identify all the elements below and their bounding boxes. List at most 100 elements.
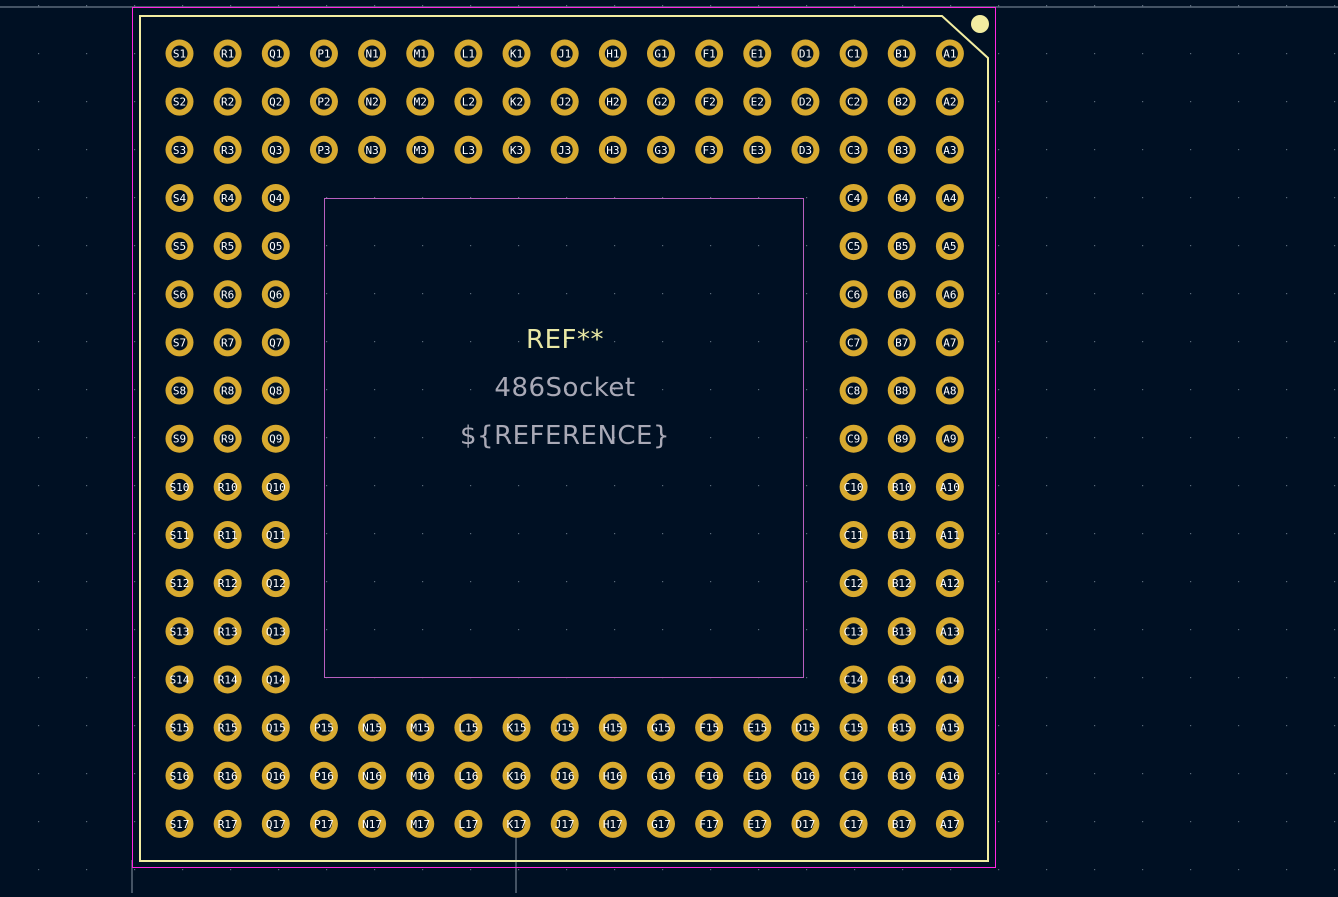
pad-c16[interactable]: C16 <box>839 761 868 790</box>
pad-k2[interactable]: K2 <box>502 87 531 116</box>
pad-j15[interactable]: J15 <box>550 713 579 742</box>
pad-d16[interactable]: D16 <box>791 761 820 790</box>
pad-c14[interactable]: C14 <box>839 665 868 694</box>
pad-c5[interactable]: C5 <box>839 232 868 261</box>
pad-e16[interactable]: E16 <box>743 761 772 790</box>
pad-k16[interactable]: K16 <box>502 761 531 790</box>
pad-l17[interactable]: L17 <box>454 809 483 838</box>
pad-c10[interactable]: C10 <box>839 472 868 501</box>
pad-b17[interactable]: B17 <box>887 809 916 838</box>
pad-k17[interactable]: K17 <box>502 809 531 838</box>
pad-a3[interactable]: A3 <box>935 135 964 164</box>
pad-d1[interactable]: D1 <box>791 39 820 68</box>
pad-b14[interactable]: B14 <box>887 665 916 694</box>
pad-n17[interactable]: N17 <box>358 809 387 838</box>
pad-q1[interactable]: Q1 <box>261 39 290 68</box>
pad-a11[interactable]: A11 <box>935 521 964 549</box>
pad-s2[interactable]: S2 <box>165 87 194 116</box>
pad-k1[interactable]: K1 <box>502 39 531 68</box>
pad-b8[interactable]: B8 <box>887 376 916 405</box>
pad-p17[interactable]: P17 <box>309 809 338 838</box>
pad-s10[interactable]: S10 <box>165 472 194 501</box>
pad-a7[interactable]: A7 <box>935 328 964 357</box>
pad-s6[interactable]: S6 <box>165 280 194 309</box>
pad-q9[interactable]: Q9 <box>261 424 290 453</box>
pad-s11[interactable]: S11 <box>165 521 194 549</box>
pad-s5[interactable]: S5 <box>165 232 194 261</box>
pad-q16[interactable]: Q16 <box>261 761 290 790</box>
pad-c1[interactable]: C1 <box>839 39 868 68</box>
pad-q7[interactable]: Q7 <box>261 328 290 357</box>
pad-a13[interactable]: A13 <box>935 617 964 646</box>
fab-reference-label[interactable]: ${REFERENCE} <box>460 421 670 451</box>
pad-d17[interactable]: D17 <box>791 809 820 838</box>
pad-l16[interactable]: L16 <box>454 761 483 790</box>
pad-b13[interactable]: B13 <box>887 617 916 646</box>
pad-q6[interactable]: Q6 <box>261 280 290 309</box>
pad-g3[interactable]: G3 <box>647 135 675 164</box>
pad-s16[interactable]: S16 <box>165 761 194 790</box>
pad-q15[interactable]: Q15 <box>261 713 290 742</box>
pad-g15[interactable]: G15 <box>647 713 675 742</box>
pad-r4[interactable]: R4 <box>213 183 242 212</box>
pad-a2[interactable]: A2 <box>935 87 964 116</box>
pad-m2[interactable]: M2 <box>406 87 435 116</box>
pad-l2[interactable]: L2 <box>454 87 483 116</box>
pad-p2[interactable]: P2 <box>309 87 338 116</box>
pad-c4[interactable]: C4 <box>839 183 868 212</box>
pad-q5[interactable]: Q5 <box>261 232 290 261</box>
pad-b6[interactable]: B6 <box>887 280 916 309</box>
pad-h16[interactable]: H16 <box>598 761 627 790</box>
pad-r15[interactable]: R15 <box>213 713 242 742</box>
pad-j17[interactable]: J17 <box>550 809 579 838</box>
pad-h1[interactable]: H1 <box>598 39 627 68</box>
pad-f16[interactable]: F16 <box>695 761 724 790</box>
pad-a15[interactable]: A15 <box>935 713 964 742</box>
pad-k15[interactable]: K15 <box>502 713 531 742</box>
pad-n3[interactable]: N3 <box>358 135 387 164</box>
pad-a17[interactable]: A17 <box>935 809 964 838</box>
pad-e2[interactable]: E2 <box>743 87 772 116</box>
pad-s14[interactable]: S14 <box>165 665 194 694</box>
pad-b2[interactable]: B2 <box>887 87 916 116</box>
pad-a16[interactable]: A16 <box>935 761 964 790</box>
pad-n2[interactable]: N2 <box>358 87 387 116</box>
pad-f3[interactable]: F3 <box>695 135 724 164</box>
pad-s8[interactable]: S8 <box>165 376 194 405</box>
pad-a10[interactable]: A10 <box>935 472 964 501</box>
pad-f15[interactable]: F15 <box>695 713 724 742</box>
pad-r8[interactable]: R8 <box>213 376 242 405</box>
pad-c3[interactable]: C3 <box>839 135 868 164</box>
pad-r5[interactable]: R5 <box>213 232 242 261</box>
pad-s4[interactable]: S4 <box>165 183 194 212</box>
pad-e3[interactable]: E3 <box>743 135 772 164</box>
pad-p3[interactable]: P3 <box>309 135 338 164</box>
pad-n15[interactable]: N15 <box>358 713 387 742</box>
pad-r9[interactable]: R9 <box>213 424 242 453</box>
pad-b11[interactable]: B11 <box>887 521 916 549</box>
pad-q13[interactable]: Q13 <box>261 617 290 646</box>
pad-a8[interactable]: A8 <box>935 376 964 405</box>
pad-a14[interactable]: A14 <box>935 665 964 694</box>
pad-c9[interactable]: C9 <box>839 424 868 453</box>
pad-r11[interactable]: R11 <box>213 521 242 549</box>
pad-d2[interactable]: D2 <box>791 87 820 116</box>
pad-j3[interactable]: J3 <box>550 135 579 164</box>
pad-g17[interactable]: G17 <box>647 809 675 838</box>
pad-j2[interactable]: J2 <box>550 87 579 116</box>
pad-q12[interactable]: Q12 <box>261 569 290 598</box>
pad-b16[interactable]: B16 <box>887 761 916 790</box>
pad-r2[interactable]: R2 <box>213 87 242 116</box>
pad-c7[interactable]: C7 <box>839 328 868 357</box>
pad-d15[interactable]: D15 <box>791 713 820 742</box>
pad-c11[interactable]: C11 <box>839 521 868 549</box>
pad-r1[interactable]: R1 <box>213 39 242 68</box>
pad-s15[interactable]: S15 <box>165 713 194 742</box>
pad-r6[interactable]: R6 <box>213 280 242 309</box>
pad-r13[interactable]: R13 <box>213 617 242 646</box>
pad-c2[interactable]: C2 <box>839 87 868 116</box>
pad-n16[interactable]: N16 <box>358 761 387 790</box>
pad-g2[interactable]: G2 <box>647 87 675 116</box>
pad-f17[interactable]: F17 <box>695 809 724 838</box>
pad-s7[interactable]: S7 <box>165 328 194 357</box>
